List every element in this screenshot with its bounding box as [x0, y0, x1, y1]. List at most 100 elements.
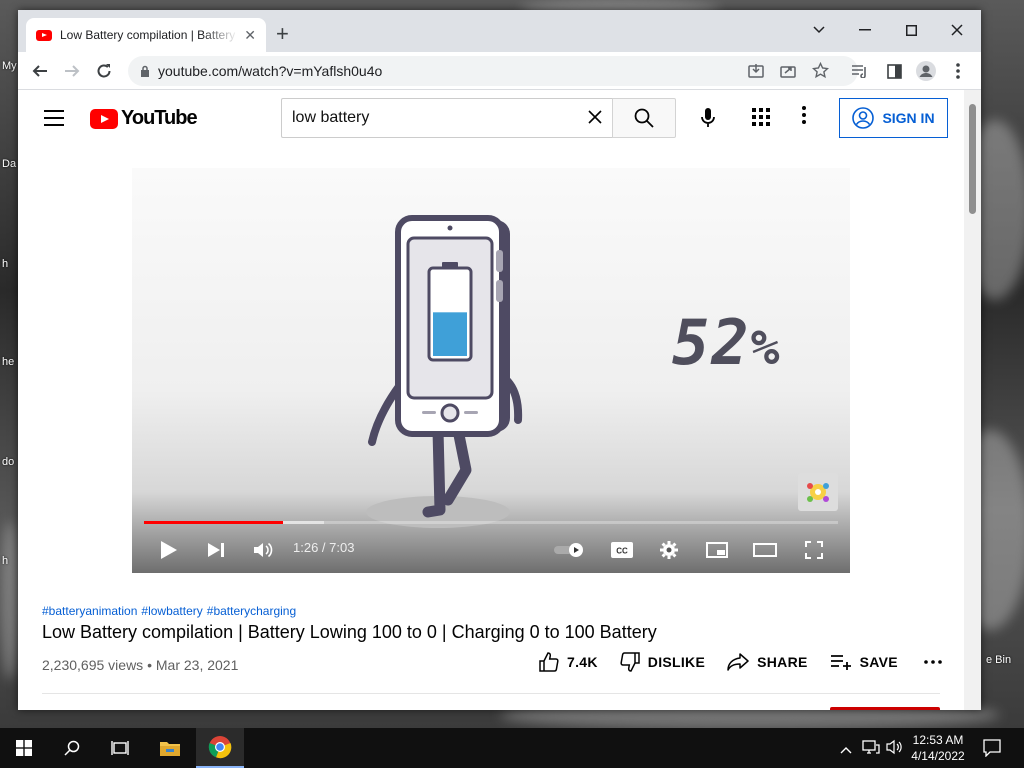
svg-text:CC: CC: [616, 547, 628, 556]
desktop-icon-label[interactable]: Da: [2, 158, 16, 170]
forward-arrow-icon[interactable]: [62, 61, 82, 81]
scrollbar-thumb[interactable]: [969, 104, 976, 214]
fullscreen-icon: [805, 541, 823, 559]
clear-search-icon[interactable]: [588, 108, 602, 129]
chrome-icon: [208, 736, 232, 759]
network-icon[interactable]: [862, 739, 880, 760]
reload-icon[interactable]: [94, 61, 114, 81]
share-label: SHARE: [757, 654, 808, 670]
side-panel-icon[interactable]: [884, 61, 904, 81]
volume-button[interactable]: [252, 538, 274, 562]
video-progress-bar[interactable]: [144, 521, 838, 524]
profile-avatar-icon[interactable]: [916, 61, 936, 81]
more-horizontal-icon: [924, 660, 942, 664]
browser-tab-active[interactable]: Low Battery compilation | Battery Lowing…: [26, 18, 266, 52]
tab-close-icon[interactable]: ✕: [244, 27, 256, 44]
hashtag-link[interactable]: #batteryanimation: [42, 604, 137, 618]
fullscreen-button[interactable]: [802, 538, 826, 562]
reading-list-icon[interactable]: [850, 61, 870, 81]
search-box: [281, 98, 612, 138]
search-button[interactable]: [612, 98, 676, 138]
more-actions-button[interactable]: [924, 660, 950, 664]
youtube-logo-text: YouTube: [121, 107, 198, 129]
miniplayer-icon: [706, 542, 728, 558]
task-view-button[interactable]: [96, 728, 144, 768]
play-button[interactable]: [158, 538, 180, 562]
settings-button[interactable]: [657, 538, 681, 562]
folder-icon: [160, 742, 180, 756]
start-button[interactable]: [0, 728, 48, 768]
desktop-icon-label[interactable]: h: [2, 555, 8, 567]
hashtag-link[interactable]: #batterycharging: [207, 604, 296, 618]
search-input[interactable]: [292, 109, 572, 127]
tab-strip: Low Battery compilation | Battery Lowing…: [18, 10, 981, 52]
sign-in-button[interactable]: SIGN IN: [839, 98, 948, 138]
back-arrow-icon[interactable]: [30, 61, 50, 81]
voice-search-microphone-icon[interactable]: [692, 102, 724, 134]
desktop-icon-label[interactable]: do: [2, 456, 14, 468]
clock-time: 12:53 AM: [912, 733, 964, 747]
play-icon: [161, 541, 177, 559]
page-scrollbar[interactable]: [964, 90, 981, 710]
volume-icon: [254, 542, 273, 558]
taskbar-search-button[interactable]: [48, 728, 96, 768]
share-button[interactable]: SHARE: [727, 653, 808, 671]
subtitles-button[interactable]: CC: [609, 538, 635, 562]
settings-gear-icon: [660, 541, 678, 559]
tray-overflow-chevron-icon[interactable]: [840, 741, 852, 759]
battery-percent-value: 52: [672, 306, 751, 379]
youtube-favicon-icon: [36, 29, 52, 41]
file-explorer-button[interactable]: [146, 728, 194, 768]
address-bar[interactable]: youtube.com/watch?v=mYaflsh0u4o: [128, 56, 858, 86]
youtube-logo[interactable]: YouTube: [90, 107, 198, 130]
youtube-apps-grid-icon[interactable]: [752, 108, 770, 131]
channel-watermark-icon[interactable]: [798, 473, 838, 511]
battery-percent-sign: %: [750, 320, 782, 376]
system-clock[interactable]: 12:53 AM 4/14/2022: [902, 732, 974, 764]
save-button[interactable]: SAVE: [830, 654, 898, 670]
browser-window: Low Battery compilation | Battery Lowing…: [18, 10, 981, 710]
tab-search-chevron-icon[interactable]: [796, 16, 842, 44]
miniplayer-button[interactable]: [704, 538, 730, 562]
recycle-bin-label[interactable]: e Bin: [986, 654, 1011, 666]
search-icon: [634, 108, 654, 128]
close-window-button[interactable]: [934, 16, 980, 44]
next-button[interactable]: [205, 538, 227, 562]
subscribe-button[interactable]: [830, 707, 940, 710]
minimize-button[interactable]: [842, 16, 888, 44]
like-button[interactable]: 7.4K: [539, 652, 598, 672]
browser-toolbar: youtube.com/watch?v=mYaflsh0u4o: [18, 52, 981, 90]
dislike-button[interactable]: DISLIKE: [620, 652, 705, 672]
dislike-label: DISLIKE: [647, 654, 706, 670]
youtube-page: YouTube low battery SIGN IN 52% 1:26 / 7…: [18, 90, 964, 710]
battery-percent-overlay: 52%: [672, 306, 782, 379]
settings-more-vert-icon[interactable]: [802, 106, 806, 129]
thumbs-down-icon: [620, 652, 640, 672]
like-count: 7.4K: [567, 654, 598, 670]
desktop-icon-label[interactable]: h: [2, 258, 8, 270]
hashtag-list: #batteryanimation #lowbattery #batterychar…: [42, 604, 300, 618]
bookmark-star-icon[interactable]: [811, 61, 830, 84]
hashtag-link[interactable]: #lowbattery: [141, 604, 202, 618]
new-tab-button[interactable]: +: [276, 22, 289, 46]
share-icon[interactable]: [780, 63, 796, 84]
chrome-taskbar-button[interactable]: [196, 728, 244, 768]
autoplay-toggle[interactable]: [552, 538, 588, 562]
theater-mode-icon: [753, 543, 777, 557]
desktop-icon-label[interactable]: he: [2, 356, 14, 368]
youtube-header: YouTube low battery SIGN IN: [18, 90, 964, 146]
hamburger-menu-icon[interactable]: [44, 110, 64, 131]
video-actions: 7.4K DISLIKE SHARE SAVE: [539, 647, 964, 677]
maximize-button[interactable]: [888, 16, 934, 44]
thumbs-up-icon: [539, 652, 559, 672]
install-app-icon[interactable]: [748, 63, 764, 84]
sign-in-label: SIGN IN: [882, 110, 935, 126]
desktop-icon-label[interactable]: My: [2, 60, 17, 72]
tab-title: Low Battery compilation | Battery Lowing…: [60, 28, 238, 42]
theater-mode-button[interactable]: [751, 538, 779, 562]
chrome-menu-icon[interactable]: [948, 61, 968, 81]
video-meta: 2,230,695 views • Mar 23, 2021: [42, 657, 238, 673]
video-player[interactable]: 52% 1:26 / 7:03 CC: [132, 168, 850, 573]
account-circle-icon: [852, 107, 875, 129]
action-center-icon[interactable]: [983, 739, 1001, 762]
